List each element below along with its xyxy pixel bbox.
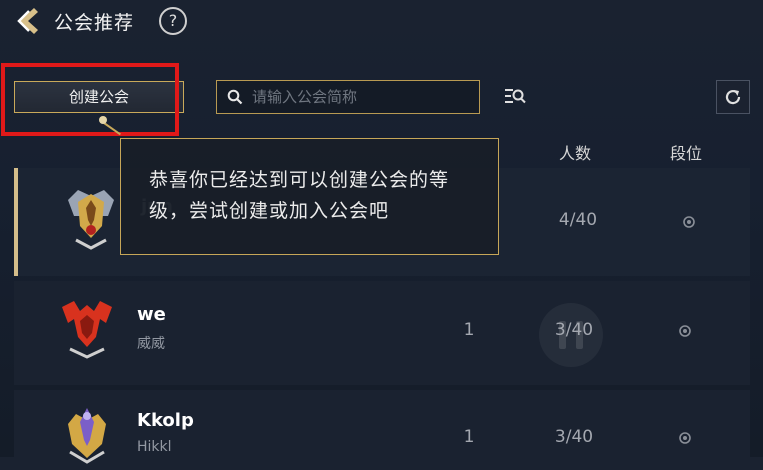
search-input[interactable] — [252, 82, 472, 112]
guild-members: 3/40 — [554, 427, 594, 447]
guild-members: 4/40 — [558, 210, 598, 230]
help-button[interactable]: ? — [159, 7, 187, 35]
tooltip: 恭喜你已经达到可以创建公会的等级，尝试创建或加入公会吧 — [120, 138, 499, 255]
tooltip-text: 恭喜你已经达到可以创建公会的等级，尝试创建或加入公会吧 — [149, 169, 450, 222]
top-bar: 公会推荐 ? — [0, 0, 763, 44]
guild-emblem-icon — [62, 301, 112, 359]
highlight-box — [1, 63, 179, 136]
back-arrow-icon — [17, 8, 38, 34]
search-box[interactable] — [216, 80, 480, 114]
guild-emblem-icon — [68, 190, 114, 250]
filter-search-icon — [505, 89, 526, 104]
guild-emblem-icon — [68, 408, 106, 464]
guild-name: Kkolp — [137, 410, 194, 431]
guild-subtitle: Hikkl — [137, 439, 172, 455]
guild-name: we — [137, 304, 166, 325]
guild-subtitle: 威威 — [137, 336, 165, 352]
refresh-icon — [725, 89, 741, 105]
column-header-rank: 段位 — [670, 144, 703, 163]
rank-icon — [679, 432, 691, 444]
back-button[interactable] — [12, 6, 42, 36]
help-icon: ? — [168, 11, 178, 30]
filter-button[interactable] — [503, 85, 527, 109]
guild-row[interactable]: we 威威 1 3/40 — [14, 281, 750, 385]
rank-icon — [679, 325, 691, 337]
guild-level: 1 — [463, 320, 475, 340]
tooltip-anchor — [99, 116, 107, 124]
page-title: 公会推荐 — [54, 12, 135, 34]
guild-members: 3/40 — [554, 320, 594, 340]
guild-level: 1 — [463, 427, 475, 447]
guild-row[interactable]: Kkolp Hikkl 1 3/40 — [14, 390, 750, 470]
refresh-button[interactable] — [716, 80, 750, 114]
column-header-members: 人数 — [559, 144, 592, 163]
search-icon — [227, 89, 243, 105]
rank-icon — [683, 216, 695, 228]
